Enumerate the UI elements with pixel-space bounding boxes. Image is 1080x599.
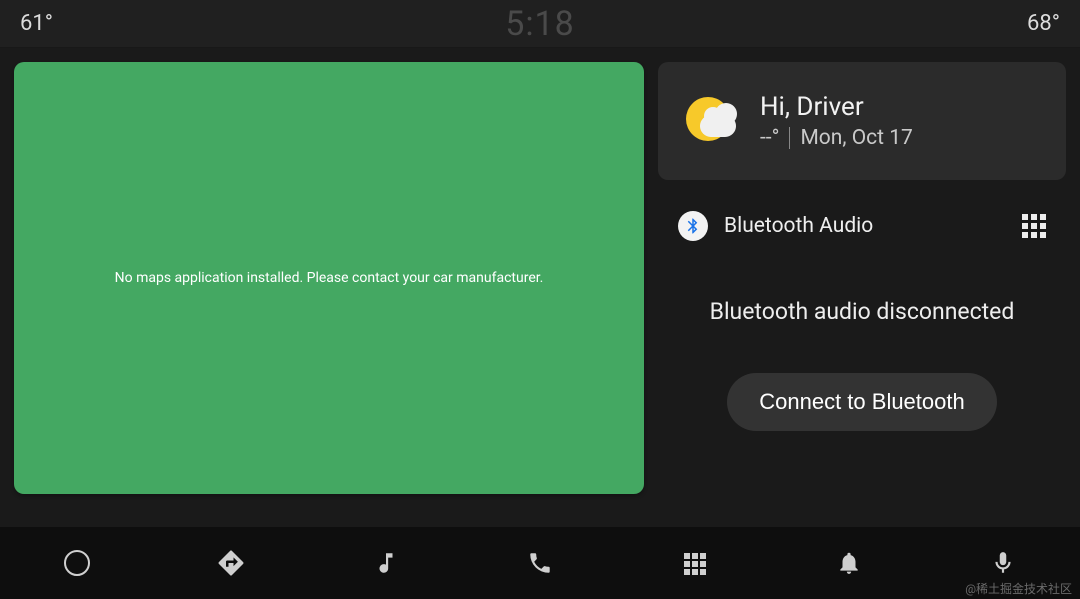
bluetooth-title: Bluetooth Audio — [724, 214, 1006, 238]
nav-notifications-button[interactable] — [829, 543, 869, 583]
nav-phone-button[interactable] — [520, 543, 560, 583]
nav-music-button[interactable] — [366, 543, 406, 583]
bell-icon — [836, 550, 862, 576]
bluetooth-icon — [678, 211, 708, 241]
greeting-temp: --° — [760, 126, 779, 150]
bluetooth-header: Bluetooth Audio — [678, 202, 1046, 250]
separator — [789, 127, 790, 149]
bluetooth-card: Bluetooth Audio Bluetooth audio disconne… — [658, 194, 1066, 527]
status-bar: 61° 5:18 68° — [0, 0, 1080, 48]
greeting-text: Hi, Driver --° Mon, Oct 17 — [760, 92, 913, 150]
greeting-date: Mon, Oct 17 — [800, 126, 912, 150]
nav-home-button[interactable] — [57, 543, 97, 583]
map-card[interactable]: No maps application installed. Please co… — [14, 62, 644, 494]
mic-icon — [990, 550, 1016, 576]
apps-grid-icon[interactable] — [1022, 214, 1046, 238]
nav-apps-button[interactable] — [674, 543, 714, 583]
main-content: No maps application installed. Please co… — [0, 48, 1080, 527]
apps-grid-icon — [684, 553, 705, 574]
temp-right: 68° — [1027, 11, 1060, 36]
weather-icon — [682, 93, 738, 149]
right-column: Hi, Driver --° Mon, Oct 17 Bluetooth Aud… — [658, 62, 1066, 527]
bluetooth-status: Bluetooth audio disconnected — [678, 298, 1046, 325]
map-error-text: No maps application installed. Please co… — [115, 270, 544, 286]
nav-bar — [0, 527, 1080, 599]
circle-icon — [64, 550, 90, 576]
phone-icon — [527, 550, 553, 576]
greeting-title: Hi, Driver — [760, 92, 913, 122]
music-note-icon — [373, 550, 399, 576]
temp-left: 61° — [20, 11, 53, 36]
clock: 5:18 — [505, 4, 575, 44]
directions-icon — [216, 548, 246, 578]
greeting-card[interactable]: Hi, Driver --° Mon, Oct 17 — [658, 62, 1066, 180]
nav-voice-button[interactable] — [983, 543, 1023, 583]
nav-navigation-button[interactable] — [211, 543, 251, 583]
connect-bluetooth-button[interactable]: Connect to Bluetooth — [727, 373, 996, 431]
